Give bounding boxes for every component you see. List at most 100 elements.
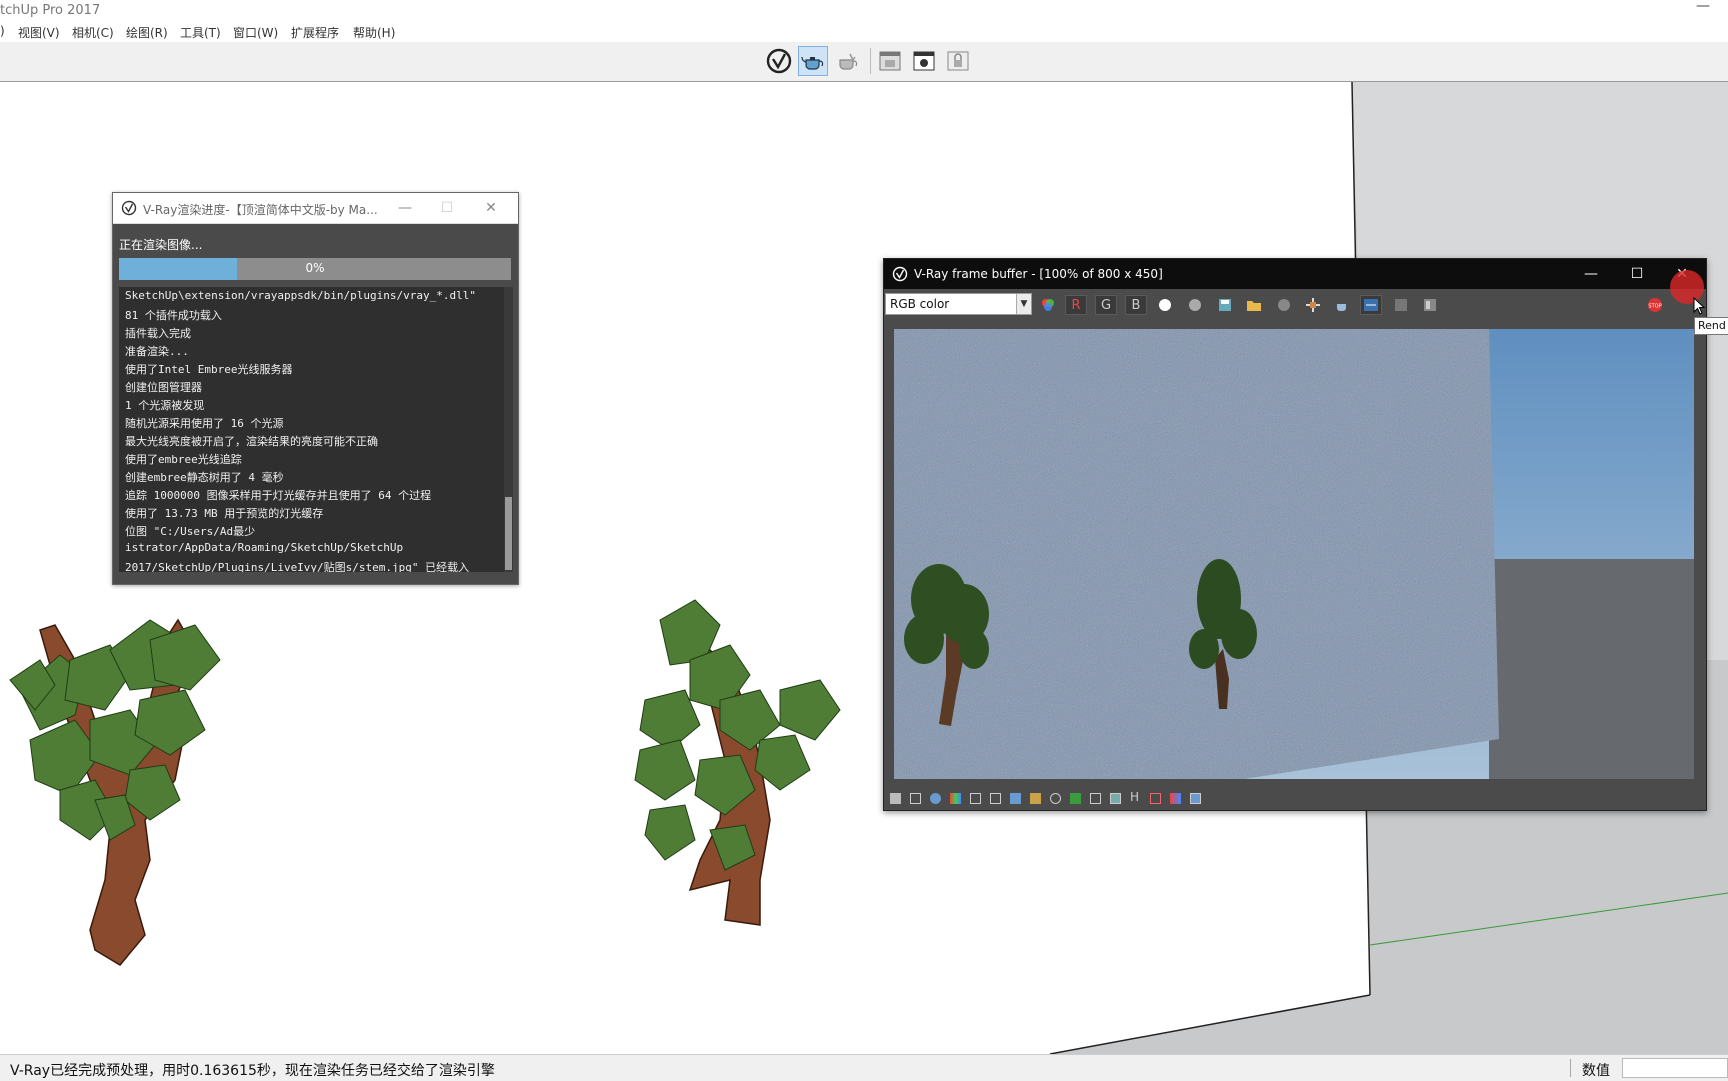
frame-buffer-titlebar[interactable]: V-Ray frame buffer - [100% of 800 x 450]…	[884, 259, 1706, 289]
log-line: 使用了embree光线追踪	[125, 453, 242, 466]
lock-icon[interactable]	[943, 46, 973, 76]
minimize-icon[interactable]: —	[393, 197, 417, 219]
curves-icon[interactable]	[990, 793, 1001, 804]
graph-icon[interactable]	[1090, 793, 1101, 804]
menu-item-partial[interactable]: )	[0, 24, 5, 38]
rendered-image	[894, 329, 1694, 779]
menu-item-camera[interactable]: 相机(C)	[72, 24, 114, 41]
color-correction-icon[interactable]	[950, 793, 961, 804]
track-mouse-icon[interactable]	[1302, 295, 1324, 315]
menu-bar: ) 视图(V) 相机(C) 绘图(R) 工具(T) 窗口(W) 扩展程序 帮助(…	[0, 22, 1728, 42]
scrollbar-thumb[interactable]	[505, 497, 512, 570]
histogram-icon[interactable]	[1419, 295, 1441, 315]
mouse-cursor-icon	[1693, 297, 1705, 315]
status-message: V-Ray已经完成预处理，用时0.163615秒，现在渲染任务已经交给了渲染引擎	[10, 1063, 495, 1079]
log-line: 2017/SketchUp/Plugins/LiveIvy/贴图s/stem.j…	[125, 561, 470, 572]
progress-window-titlebar[interactable]: V-Ray渲染进度-【顶渲简体中文版-by Ma... — ☐ ✕	[113, 193, 518, 224]
color-wheel-icon[interactable]	[1037, 295, 1059, 315]
maximize-icon[interactable]: ☐	[1615, 261, 1659, 287]
log-line: 随机光源采用使用了 16 个光源	[125, 417, 284, 430]
red-channel-button[interactable]: R	[1065, 295, 1087, 315]
render-teapot-icon[interactable]	[798, 46, 828, 76]
minimize-button[interactable]: —	[1696, 0, 1710, 14]
vray-logo-icon	[121, 200, 137, 216]
clear-image-icon[interactable]	[1273, 295, 1295, 315]
channel-select-value: RGB color	[890, 297, 950, 311]
svg-text:STOP: STOP	[1648, 304, 1661, 310]
log-line: 1 个光源被发现	[125, 399, 205, 412]
progress-percent-label: 0%	[305, 261, 325, 275]
vray-frame-buffer-window: V-Ray frame buffer - [100% of 800 x 450]…	[883, 258, 1707, 811]
measurements-input[interactable]	[1622, 1058, 1728, 1078]
green-square-icon[interactable]	[1070, 793, 1081, 804]
app-title: tchUp Pro 2017	[0, 3, 101, 18]
open-folder-icon[interactable]	[1243, 295, 1265, 315]
stop-render-icon[interactable]: STOP	[1644, 295, 1666, 315]
channel-select[interactable]: RGB color ▼	[885, 293, 1032, 315]
gray-circle-icon[interactable]	[1184, 295, 1206, 315]
lut-icon[interactable]	[1110, 793, 1121, 804]
close-icon[interactable]: ✕	[479, 197, 503, 219]
split-icon[interactable]	[1170, 793, 1181, 804]
log-line: 最大光线亮度被开启了，渲染结果的亮度可能不正确	[125, 435, 378, 448]
menu-item-extensions[interactable]: 扩展程序	[291, 24, 339, 41]
menu-item-draw[interactable]: 绘图(R)	[126, 24, 168, 41]
title-bar: tchUp Pro 2017 —	[0, 0, 1728, 22]
interactive-render-icon[interactable]	[832, 46, 862, 76]
add-icon[interactable]	[1190, 793, 1201, 804]
green-channel-button[interactable]: G	[1095, 295, 1117, 315]
menu-item-view[interactable]: 视图(V)	[18, 24, 60, 41]
ivy-plant-left	[9, 618, 221, 966]
vray-logo-icon	[892, 266, 908, 282]
toolbar-separator	[870, 48, 871, 74]
frame-buffer-toolbar: RGB color ▼ R G B STOP	[884, 289, 1706, 321]
correction-icon[interactable]	[1390, 295, 1412, 315]
white-circle-icon[interactable]	[1154, 295, 1176, 315]
log-line: 追踪 1000000 图像采样用于灯光缓存并且使用了 64 个过程	[125, 489, 432, 502]
frame-buffer-icon[interactable]	[875, 46, 905, 76]
h-button[interactable]: H	[1130, 790, 1139, 804]
render-region-icon[interactable]	[909, 46, 939, 76]
log-line: 准备渲染...	[125, 345, 189, 358]
log-scrollbar[interactable]	[504, 287, 513, 572]
render-last-icon[interactable]	[1331, 295, 1353, 315]
maximize-icon[interactable]: ☐	[435, 197, 459, 219]
log-line: 使用了 13.73 MB 用于预览的灯光缓存	[125, 507, 324, 520]
levels-icon[interactable]	[970, 793, 981, 804]
compare-icon[interactable]	[1360, 295, 1382, 315]
render-status-text: 正在渲染图像...	[119, 238, 203, 252]
frame-buffer-title: V-Ray frame buffer - [100% of 800 x 450]	[914, 267, 1163, 281]
log-line: 创建位图管理器	[125, 381, 202, 394]
status-separator	[1570, 1059, 1571, 1077]
menu-item-tools[interactable]: 工具(T)	[180, 24, 221, 41]
log-line: 使用了Intel Embree光线服务器	[125, 363, 293, 376]
status-bar: V-Ray已经完成预处理，用时0.163615秒，现在渲染任务已经交给了渲染引擎…	[0, 1054, 1728, 1081]
menu-item-window[interactable]: 窗口(W)	[233, 24, 278, 41]
log-line: 创建embree静态树用了 4 毫秒	[125, 471, 284, 484]
menu-item-help[interactable]: 帮助(H)	[353, 24, 395, 41]
log-line: 81 个插件成功载入	[125, 309, 222, 322]
chevron-down-icon: ▼	[1016, 294, 1031, 314]
history-icon[interactable]	[910, 793, 921, 804]
log-line: SketchUp\extension/vrayappsdk/bin/plugin…	[125, 289, 476, 302]
lens-effects-icon[interactable]	[1030, 793, 1041, 804]
vray-logo-icon[interactable]	[764, 46, 794, 76]
ivy-plant-right	[634, 599, 841, 926]
measurements-label: 数值	[1582, 1063, 1610, 1079]
log-line: 插件载入完成	[125, 327, 191, 340]
settings-icon[interactable]	[1050, 793, 1061, 804]
save-image-icon[interactable]	[1214, 295, 1236, 315]
info-icon[interactable]	[930, 793, 941, 804]
frame-buffer-bottom-toolbar: H	[884, 787, 1706, 809]
blue-channel-button[interactable]: B	[1125, 295, 1147, 315]
log-line: istrator/AppData/Roaming/SketchUp/Sketch…	[125, 541, 404, 554]
panel-icon[interactable]	[890, 793, 901, 804]
minimize-icon[interactable]: —	[1569, 261, 1613, 287]
vray-progress-window: V-Ray渲染进度-【顶渲简体中文版-by Ma... — ☐ ✕ 正在渲染图像…	[112, 192, 519, 585]
tooltip: Rend	[1694, 317, 1728, 335]
vray-toolbar	[0, 42, 1728, 82]
render-log[interactable]: SketchUp\extension/vrayappsdk/bin/plugin…	[119, 287, 504, 572]
stereo-icon[interactable]	[1150, 793, 1161, 804]
exposure-icon[interactable]	[1010, 793, 1021, 804]
log-line: 位图 "C:/Users/Ad最少	[125, 525, 256, 538]
